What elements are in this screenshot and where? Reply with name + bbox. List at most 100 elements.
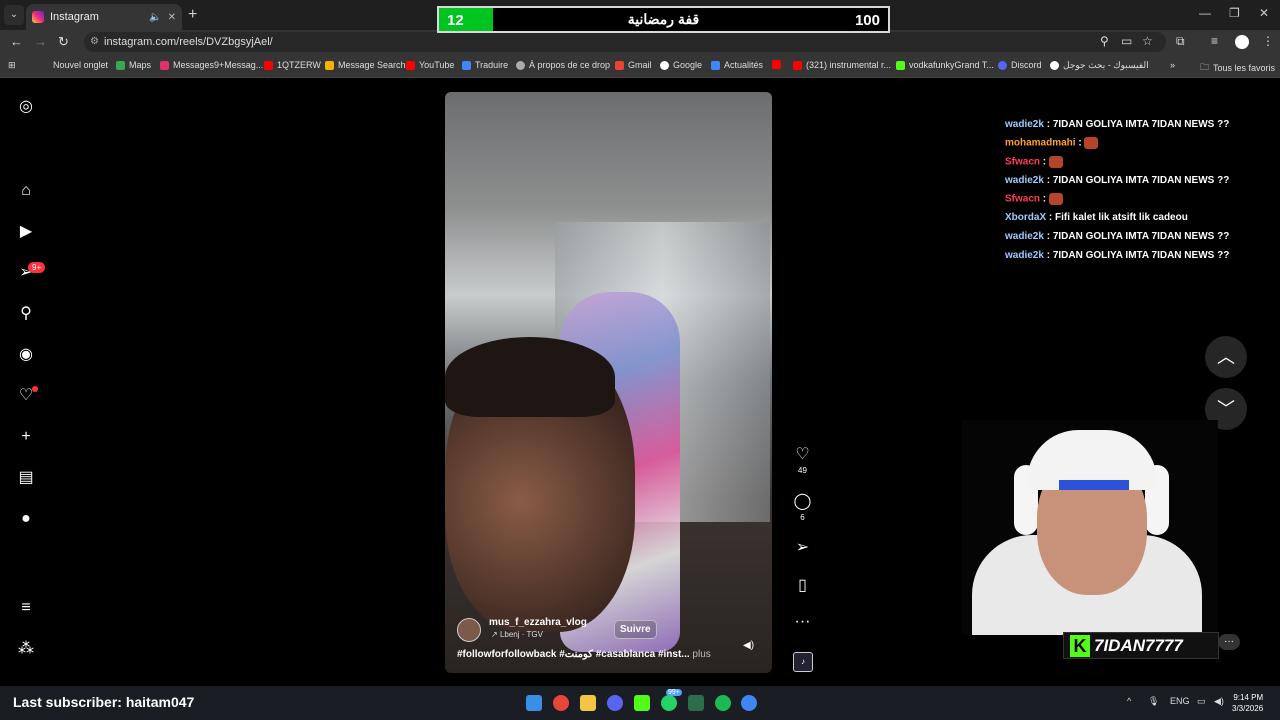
chat-text: Fifi kalet lik atsift lik cadeou [1055,212,1188,224]
chat-username: wadie2k [1005,174,1044,186]
audio-thumbnail[interactable]: ♪ [793,652,813,672]
more-options-button[interactable]: ··· [790,613,815,631]
reel-caption[interactable]: #followforfollowback #كومنت #casablanca … [457,649,711,660]
app-icon[interactable] [688,695,704,711]
comment-count: 6 [800,513,805,522]
bookmark-item[interactable]: Messages9+Messag... [160,60,263,70]
kick-icon[interactable] [634,695,650,711]
reload-icon[interactable]: ↻ [58,34,69,50]
search-icon[interactable]: ⚲ [17,305,35,323]
bookmark-star-icon[interactable]: ☆ [1142,34,1153,48]
bookmark-item[interactable]: vodkafunkyGrand T... [896,60,994,70]
profile-icon[interactable]: ● [17,510,35,528]
stream-chat: wadie2k : 7IDAN GOLIYA IMTA 7IDAN NEWS ?… [1005,100,1265,268]
chat-message: Sfwacn : [1005,156,1265,175]
chat-text: 7IDAN GOLIYA IMTA 7IDAN NEWS ?? [1052,249,1230,261]
volume-tray-icon[interactable]: ◀) [1214,696,1224,707]
extensions-icon[interactable]: ⧉ [1176,34,1185,49]
new-tab-button[interactable]: + [188,6,197,24]
chrome-active-icon[interactable] [741,695,757,711]
bookmark-icon: ▯ [798,577,807,594]
mic-icon[interactable]: 🎙 [1148,696,1159,707]
whatsapp-icon[interactable] [661,695,677,711]
forward-icon[interactable]: → [34,34,47,49]
maximize-icon[interactable]: ❐ [1229,6,1240,20]
menu-icon[interactable]: ⋮ [1262,34,1274,48]
chat-emote-icon [1084,137,1099,150]
heart-icon: ♡ [795,446,810,463]
goal-target: 100 [854,12,880,29]
like-count: 49 [798,466,807,475]
tray-chevron-icon[interactable]: ^ [1127,696,1131,706]
reels-icon[interactable]: ▶ [17,223,35,241]
more-menu-icon[interactable]: ≡ [17,599,35,617]
bookmark-item[interactable]: Google [660,60,702,70]
network-icon[interactable]: ▭ [1197,696,1206,707]
bookmark-item[interactable]: YouTube [406,60,454,70]
save-button[interactable]: ▯ [790,575,815,595]
bookmark-item[interactable]: Nouvel onglet [53,60,108,70]
reel-video[interactable]: mus_f_ezzahra_vlog ↗ Lbenj · TGV Suivre … [445,92,772,673]
site-info-icon[interactable]: ⚙ [90,32,99,52]
chat-message: wadie2k : 7IDAN GOLIYA IMTA 7IDAN NEWS ?… [1005,249,1230,261]
home-icon[interactable]: ⌂ [17,182,35,200]
discord-icon[interactable] [607,695,623,711]
more-icon[interactable]: ··· [1218,634,1240,650]
explore-icon[interactable]: ◉ [17,346,35,364]
author-username[interactable]: mus_f_ezzahra_vlog [489,617,587,628]
tab-search-button[interactable]: ⌄ [4,5,24,25]
goal-title: قفة رمضانية [627,11,700,27]
bookmark-item[interactable]: (321) instrumental r... [793,60,891,70]
author-avatar[interactable] [457,618,481,642]
comment-button[interactable]: ◯ 6 [790,491,815,522]
file-explorer-icon[interactable] [580,695,596,711]
zoom-icon[interactable]: ⚲ [1100,34,1109,48]
speaker-icon[interactable]: 🔈 [149,12,161,23]
bookmark-item[interactable]: Traduire [462,60,508,70]
media-icon[interactable]: ≡ [1211,34,1218,48]
chat-message: Sfwacn : [1005,193,1265,212]
follow-button[interactable]: Suivre [614,620,657,639]
all-bookmarks-folder[interactable]: 🗀 Tous les favoris [1200,60,1275,76]
bookmark-item[interactable] [772,60,781,69]
bookmark-item[interactable]: Maps [116,60,151,70]
tab-instagram[interactable]: Instagram 🔈 ✕ [26,4,182,30]
dashboard-icon[interactable]: ▤ [17,469,35,487]
bookmark-item[interactable]: Discord [998,60,1042,70]
reel-audio[interactable]: ↗ Lbenj · TGV [491,630,543,639]
minimize-icon[interactable]: — [1199,6,1211,20]
donation-goal-bar: 12 قفة رمضانية 100 [437,6,890,33]
profile-avatar[interactable] [1235,35,1249,49]
language-indicator[interactable]: ENG [1170,696,1190,706]
url-field[interactable]: ⚙ instagram.com/reels/DVZbgsyjAel/ [84,32,1166,52]
previous-reel-button[interactable]: ︿ [1205,336,1247,378]
more-bookmarks-icon[interactable]: » [1170,60,1175,70]
bookmark-item[interactable]: Gmail [615,60,652,70]
spotify-icon[interactable] [715,695,731,711]
chrome-icon[interactable] [553,695,569,711]
cast-icon[interactable]: ▭ [1121,34,1132,48]
close-tab-icon[interactable]: ✕ [168,12,176,23]
apps-icon[interactable]: ⊞ [8,60,16,71]
instagram-logo-icon[interactable]: ◎ [17,98,35,116]
chat-message: wadie2k : 7IDAN GOLIYA IMTA 7IDAN NEWS ?… [1005,174,1230,186]
bookmark-item[interactable]: À propos de ce drop [516,60,610,70]
volume-icon[interactable]: ◀) [743,640,754,651]
create-icon[interactable]: + [17,428,35,446]
clock[interactable]: 9:14 PM 3/3/2026 [1232,692,1263,714]
like-button[interactable]: ♡ 49 [790,444,815,475]
chat-username: XbordaX [1005,212,1047,224]
bookmark-item[interactable]: الفيسبوك - بحث جوجل [1050,60,1149,71]
bookmark-item[interactable]: Message Search [325,60,406,70]
instagram-favicon-icon [32,11,44,23]
close-window-icon[interactable]: ✕ [1259,6,1269,20]
messages-badge: 9+ [28,262,46,273]
share-button[interactable]: ➢ [790,537,815,557]
start-icon[interactable] [526,695,542,711]
bookmark-item[interactable]: 1QTZERW [264,60,321,70]
back-icon[interactable]: ← [10,34,23,49]
bookmark-item[interactable]: Actualités [711,60,763,70]
meta-apps-icon[interactable]: ⁂ [17,640,35,658]
chat-text: 7IDAN GOLIYA IMTA 7IDAN NEWS ?? [1052,118,1230,130]
chevron-up-icon: ︿ [1217,347,1235,367]
